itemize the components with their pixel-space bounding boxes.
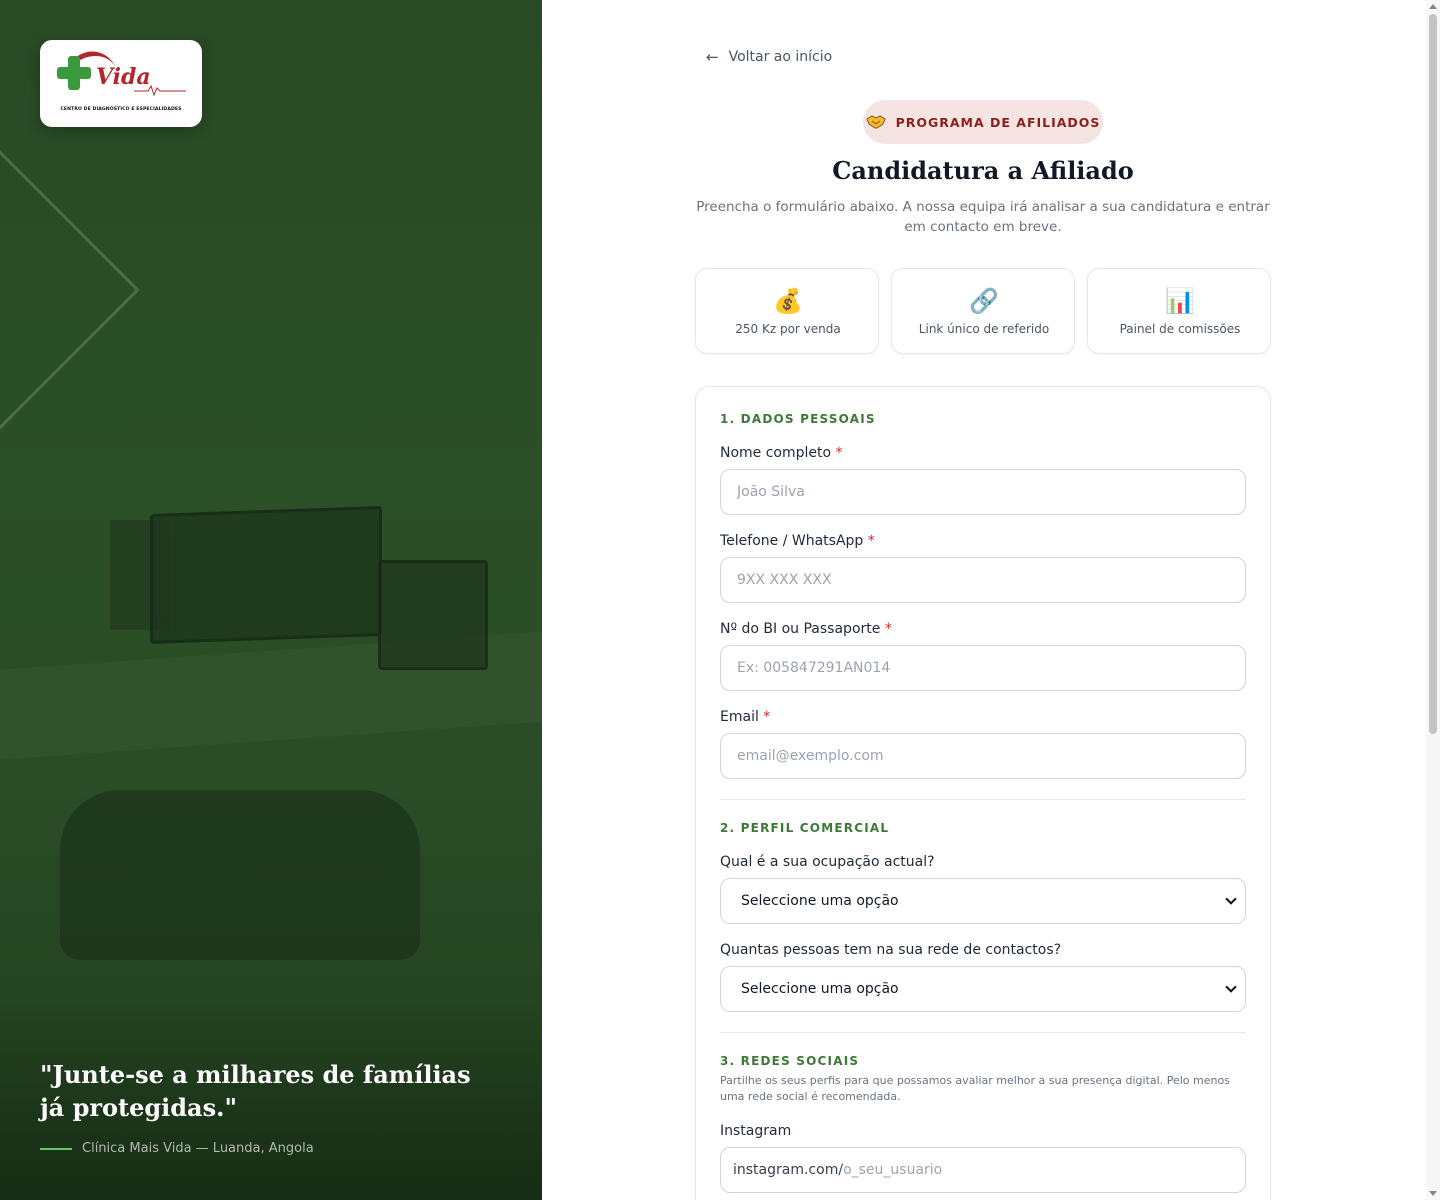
occupation-select[interactable]: Seleccione uma opção [720,878,1246,924]
page-subtitle: Preencha o formulário abaixo. A nossa eq… [696,199,1270,235]
chevron-down-icon [1225,893,1237,905]
section-social-networks-title: 3. REDES SOCIAIS [720,1054,860,1068]
page-scrollbar[interactable] [1426,0,1440,1200]
section-divider [720,799,1246,800]
id-number-input[interactable] [720,645,1246,691]
badge-label: PROGRAMA DE AFILIADOS [895,114,1101,130]
background-monitor [378,560,488,670]
label-text: Nº do BI ou Passaporte [720,621,881,637]
occupation-selected-value: Seleccione uma opção [741,893,899,909]
required-mark: * [835,445,843,461]
email-input[interactable] [720,733,1246,779]
full-name-input[interactable] [720,469,1246,515]
hero-attribution: Clínica Mais Vida — Luanda, Angola [40,1141,314,1156]
clinic-logo[interactable]: Vida CENTRO DE DIAGNÓSTICO E ESPECIALIDA… [40,40,202,127]
required-mark: * [867,533,875,549]
section-commercial-profile-title: 2. PERFIL COMERCIAL [720,821,890,835]
medical-cross-bar [57,67,91,79]
feature-label: 250 Kz por venda [735,322,841,336]
money-bag-icon: 💰 [773,287,803,315]
full-name-label: Nome completo * [720,445,843,461]
scroll-down-icon[interactable] [1429,1191,1437,1196]
instagram-prefix: instagram.com/ [733,1162,844,1178]
attribution-line [40,1147,72,1150]
required-mark: * [763,709,771,725]
chevron-down-icon [1225,981,1237,993]
heartbeat-icon [134,84,186,96]
hero-quote: "Junte-se a milhares de famílias já prot… [40,1060,471,1122]
section-personal-data-title: 1. DADOS PESSOAIS [720,412,876,426]
network-size-select[interactable]: Seleccione uma opção [720,966,1246,1012]
background-monitor [150,505,382,645]
feature-label: Painel de comissões [1119,322,1241,336]
id-number-label: Nº do BI ou Passaporte * [720,621,892,637]
section-divider [720,1032,1246,1033]
feature-card-dashboard: 📊 Painel de comissões [1087,268,1271,354]
attribution-text: Clínica Mais Vida — Luanda, Angola [82,1141,314,1156]
hero-panel: Vida CENTRO DE DIAGNÓSTICO E ESPECIALIDA… [0,0,542,1200]
back-label: Voltar ao início [728,49,833,65]
instagram-label: Instagram [720,1123,792,1139]
link-icon: 🔗 [969,287,999,315]
affiliate-program-badge: PROGRAMA DE AFILIADOS [863,100,1103,144]
social-networks-help: Partilhe os seus perfis para que possamo… [720,1074,1230,1103]
feature-card-commission: 💰 250 Kz por venda [695,268,879,354]
page-title: Candidatura a Afiliado [832,156,1134,185]
scrollbar-thumb[interactable] [1429,14,1437,734]
arrow-left-icon: ← [706,48,719,66]
bar-chart-icon: 📊 [1165,287,1195,315]
phone-input[interactable] [720,557,1246,603]
background-chair [60,790,420,960]
label-text: Nome completo [720,445,832,461]
scroll-up-icon[interactable] [1429,4,1437,9]
instagram-input[interactable] [843,1162,1224,1178]
instagram-field[interactable]: instagram.com/ [720,1147,1246,1193]
feature-label: Link único de referido [918,322,1050,336]
back-to-home-link[interactable]: ← Voltar ao início [706,48,832,66]
required-mark: * [884,621,892,637]
feature-card-referral-link: 🔗 Link único de referido [891,268,1075,354]
logo-tagline: CENTRO DE DIAGNÓSTICO E ESPECIALIDADES [60,107,182,112]
background-frame [0,120,140,460]
label-text: Telefone / WhatsApp [720,533,864,549]
network-size-label: Quantas pessoas tem na sua rede de conta… [720,942,1062,958]
phone-label: Telefone / WhatsApp * [720,533,875,549]
email-label: Email * [720,709,770,725]
occupation-label: Qual é a sua ocupação actual? [720,854,935,870]
handshake-icon [865,115,886,129]
logo-mark: Vida CENTRO DE DIAGNÓSTICO E ESPECIALIDA… [56,45,186,117]
network-size-selected-value: Seleccione uma opção [741,981,899,997]
label-text: Email [720,709,759,725]
